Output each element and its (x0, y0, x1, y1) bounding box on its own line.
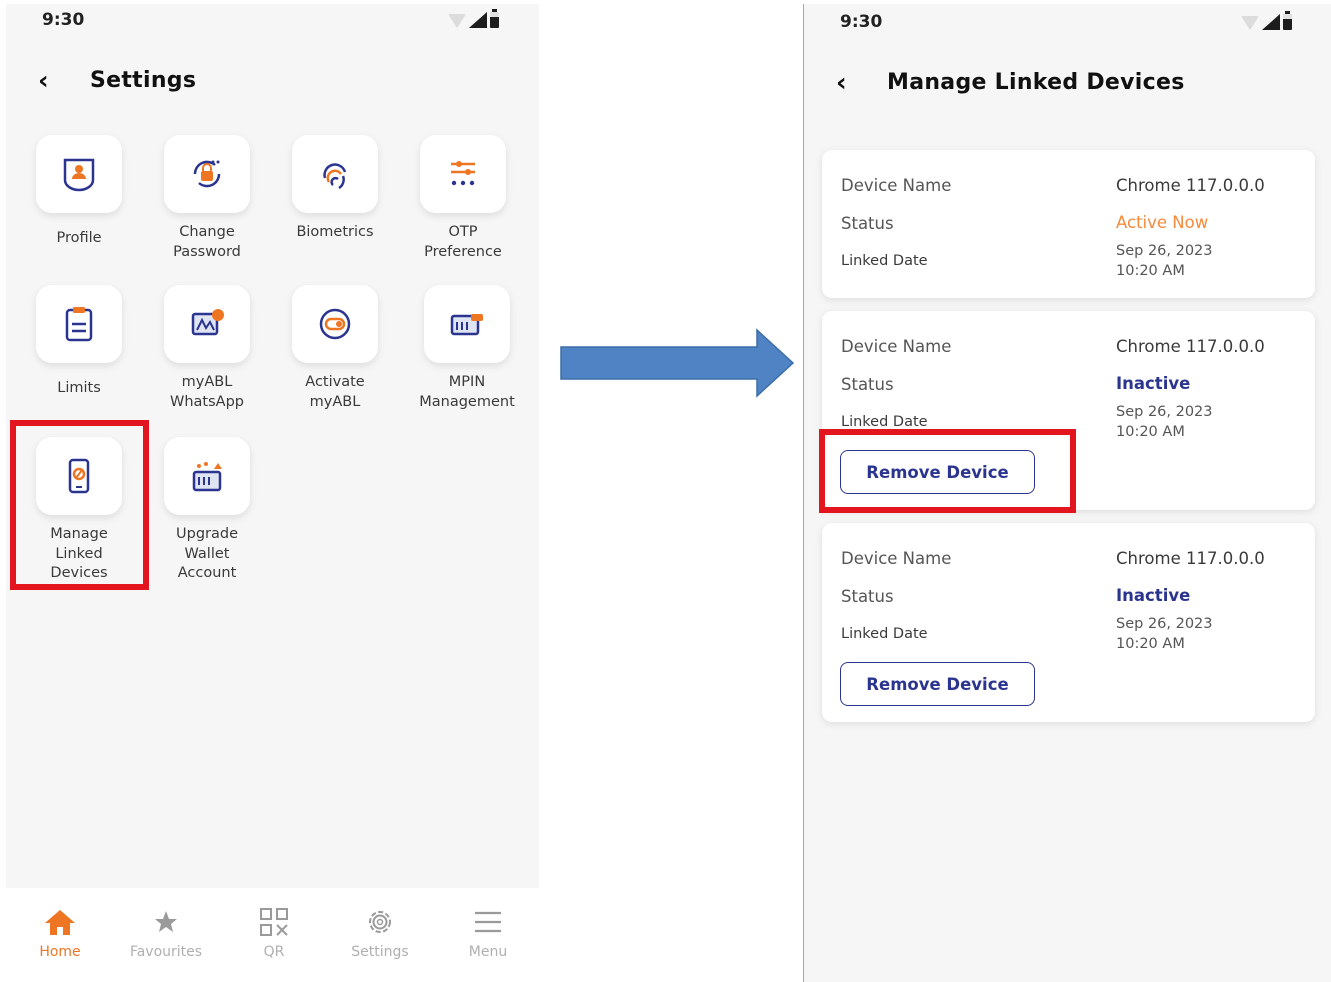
device-name-value: Chrome 117.0.0.0 (1116, 337, 1265, 356)
transition-arrow-icon (560, 328, 795, 398)
battery-icon (490, 9, 499, 28)
password-icon (164, 135, 250, 213)
status-value: Inactive (1116, 586, 1191, 605)
remove-device-button[interactable]: Remove Device (840, 662, 1035, 706)
tile-activate-myabl[interactable]: Activate myABL (271, 285, 399, 412)
tile-change-password[interactable]: Change Password (143, 135, 271, 262)
upgrade-wallet-icon (164, 437, 250, 515)
highlight-box (819, 429, 1076, 513)
linked-date-value: Sep 26, 2023 (1116, 243, 1213, 259)
tile-label: Biometrics (296, 224, 374, 240)
device-name-value: Chrome 117.0.0.0 (1116, 176, 1265, 195)
tile-myabl-whatsapp[interactable]: myABL WhatsApp (143, 285, 271, 412)
wifi-icon (448, 14, 466, 28)
nav-home[interactable]: Home (10, 906, 110, 960)
nav-label: Favourites (129, 944, 203, 960)
status-value: Inactive (1116, 374, 1191, 393)
hamburger-icon (438, 906, 538, 938)
tile-label: MPIN Management (419, 374, 515, 410)
whatsapp-icon (164, 285, 250, 363)
device-card: Device Name Chrome 117.0.0.0 Status Inac… (822, 523, 1315, 722)
status-icons (448, 9, 499, 28)
qr-icon (224, 906, 324, 938)
status-time: 9:30 (42, 10, 85, 30)
signal-icon (1262, 14, 1280, 30)
device-name-label: Device Name (841, 337, 952, 356)
highlight-box (10, 420, 149, 590)
device-name-value: Chrome 117.0.0.0 (1116, 549, 1265, 568)
linked-time-value: 10:20 AM (1116, 263, 1185, 279)
page-title: Manage Linked Devices (887, 70, 1185, 95)
tile-limits[interactable]: Limits (15, 285, 143, 399)
linked-date-label: Linked Date (841, 253, 928, 269)
mpin-icon (424, 285, 510, 363)
tile-label: myABL WhatsApp (170, 374, 244, 410)
status-label: Status (841, 587, 894, 606)
tile-label: Profile (56, 230, 102, 246)
signal-icon (469, 12, 487, 28)
nav-label: Menu (468, 944, 508, 960)
linked-time-value: 10:20 AM (1116, 424, 1185, 440)
battery-icon (1283, 11, 1292, 30)
linked-date-value: Sep 26, 2023 (1116, 616, 1213, 632)
tile-mpin-management[interactable]: MPIN Management (403, 285, 531, 412)
star-icon (116, 906, 216, 938)
linked-date-label: Linked Date (841, 414, 928, 430)
otp-sliders-icon (420, 135, 506, 213)
status-time: 9:30 (840, 12, 883, 32)
device-name-label: Device Name (841, 549, 952, 568)
bottom-nav: Home Favourites QR Settings Menu (6, 888, 539, 982)
nav-favourites[interactable]: Favourites (116, 906, 216, 960)
wifi-icon (1241, 16, 1259, 30)
clipboard-icon (36, 285, 122, 363)
nav-label: QR (263, 944, 285, 960)
tile-biometrics[interactable]: Biometrics (271, 135, 399, 243)
tile-label: Upgrade Wallet Account (176, 526, 238, 581)
toggle-icon (292, 285, 378, 363)
profile-icon (36, 135, 122, 213)
tile-label: Limits (57, 380, 101, 396)
fingerprint-icon (292, 135, 378, 213)
tile-label: Activate myABL (305, 374, 365, 410)
page-title: Settings (90, 68, 197, 93)
status-label: Status (841, 375, 894, 394)
home-icon (10, 906, 110, 938)
status-icons (1241, 11, 1292, 30)
tile-otp-preference[interactable]: OTP Preference (399, 135, 527, 262)
device-card: Device Name Chrome 117.0.0.0 Status Acti… (822, 150, 1315, 298)
back-icon[interactable]: ‹ (38, 68, 49, 94)
nav-label: Settings (351, 944, 409, 960)
nav-label: Home (39, 944, 81, 960)
gear-icon (330, 906, 430, 938)
nav-qr[interactable]: QR (224, 906, 324, 960)
tile-upgrade-wallet-account[interactable]: Upgrade Wallet Account (143, 437, 271, 584)
nav-menu[interactable]: Menu (438, 906, 538, 960)
linked-date-value: Sep 26, 2023 (1116, 404, 1213, 420)
tile-label: OTP Preference (424, 224, 502, 260)
linked-time-value: 10:20 AM (1116, 636, 1185, 652)
device-name-label: Device Name (841, 176, 952, 195)
tile-label: Change Password (173, 224, 241, 260)
tile-profile[interactable]: Profile (15, 135, 143, 249)
nav-settings[interactable]: Settings (330, 906, 430, 960)
status-label: Status (841, 214, 894, 233)
status-value: Active Now (1116, 213, 1209, 232)
linked-date-label: Linked Date (841, 626, 928, 642)
back-icon[interactable]: ‹ (836, 70, 847, 96)
